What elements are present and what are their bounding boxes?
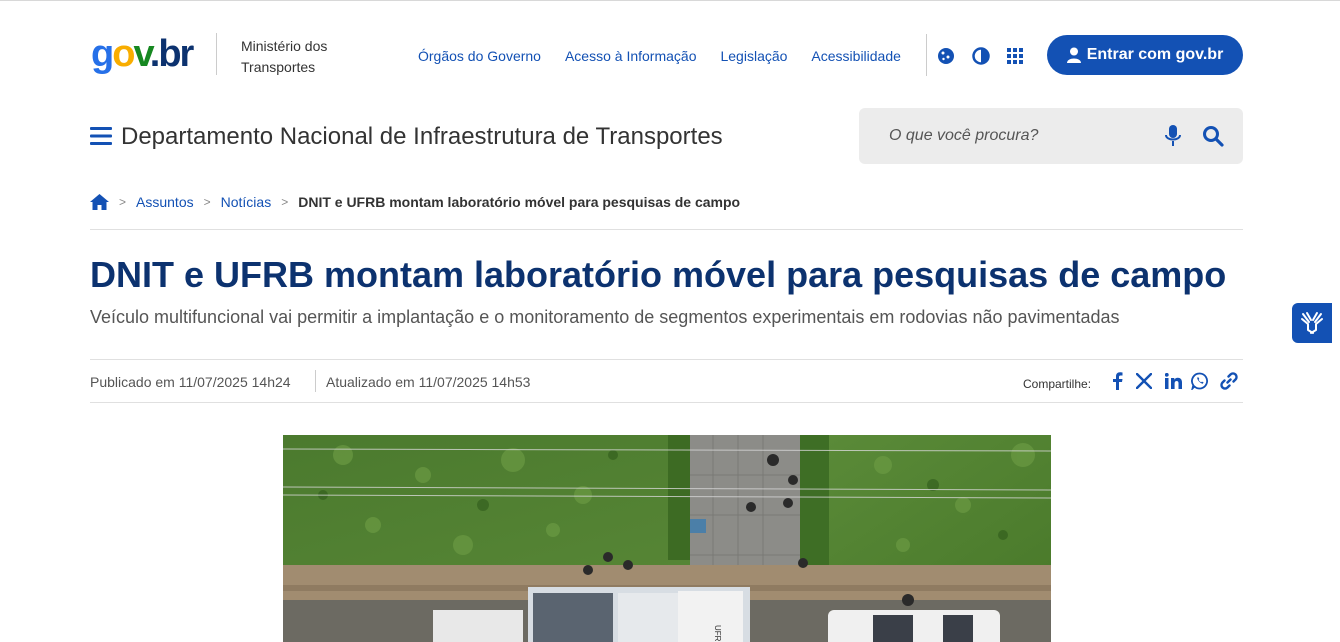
updated-date: Atualizado em 11/07/2025 14h53: [326, 374, 531, 390]
link-acessibilidade[interactable]: Acessibilidade: [811, 46, 901, 66]
menu-icon[interactable]: [90, 126, 112, 146]
article-photo: UFRB: [283, 435, 1051, 642]
home-icon[interactable]: [90, 194, 109, 210]
whatsapp-icon[interactable]: [1190, 371, 1210, 391]
facebook-icon[interactable]: [1107, 371, 1127, 391]
sign-language-icon: [1301, 312, 1323, 334]
share-label: Compartilhe:: [1023, 377, 1092, 391]
site-title: Departamento Nacional de Infraestrutura …: [121, 123, 723, 150]
divider: [90, 359, 1243, 360]
search-box: [859, 108, 1243, 164]
breadcrumb-separator: >: [119, 195, 127, 209]
divider: [90, 402, 1243, 403]
link-icon[interactable]: [1219, 371, 1239, 391]
govbr-logo[interactable]: gov.br: [91, 33, 203, 81]
microphone-icon[interactable]: [1163, 125, 1183, 147]
breadcrumb: > Assuntos > Notícias > DNIT e UFRB mont…: [90, 194, 740, 210]
top-links: Órgãos do Governo Acesso à Informação Le…: [418, 46, 901, 66]
login-button[interactable]: Entrar com gov.br: [1047, 35, 1243, 75]
svg-text:gov.br: gov.br: [91, 33, 195, 75]
header-divider: [216, 33, 217, 75]
breadcrumb-current: DNIT e UFRB montam laboratório móvel par…: [298, 194, 741, 210]
ministry-name: Ministério dos Transportes: [241, 38, 328, 75]
article-subtitle: Veículo multifuncional vai permitir a im…: [90, 307, 1120, 327]
divider: [90, 229, 1243, 230]
breadcrumb-separator: >: [203, 195, 211, 209]
top-border: [0, 0, 1340, 1]
breadcrumb-separator: >: [281, 195, 289, 209]
cookie-icon[interactable]: [936, 46, 956, 66]
login-label: Entrar com gov.br: [1086, 46, 1224, 63]
apps-grid-icon[interactable]: [1005, 46, 1025, 66]
published-date: Publicado em 11/07/2025 14h24: [90, 374, 291, 390]
vlibras-accessibility-button[interactable]: [1292, 303, 1332, 343]
user-icon: [1066, 47, 1081, 63]
x-icon[interactable]: [1134, 371, 1154, 391]
link-legislacao[interactable]: Legislação: [720, 46, 787, 66]
truck-text: UFRB: [713, 625, 722, 642]
linkedin-icon[interactable]: [1163, 371, 1183, 391]
tools-divider: [926, 34, 927, 76]
breadcrumb-noticias[interactable]: Notícias: [221, 194, 272, 210]
breadcrumb-assuntos[interactable]: Assuntos: [136, 194, 194, 210]
date-divider: [315, 370, 316, 392]
article-title: DNIT e UFRB montam laboratório móvel par…: [90, 254, 1227, 295]
link-orgaos[interactable]: Órgãos do Governo: [418, 46, 541, 66]
search-icon[interactable]: [1202, 125, 1224, 147]
contrast-icon[interactable]: [971, 46, 991, 66]
search-input[interactable]: [889, 122, 1129, 150]
link-acesso-informacao[interactable]: Acesso à Informação: [565, 46, 697, 66]
